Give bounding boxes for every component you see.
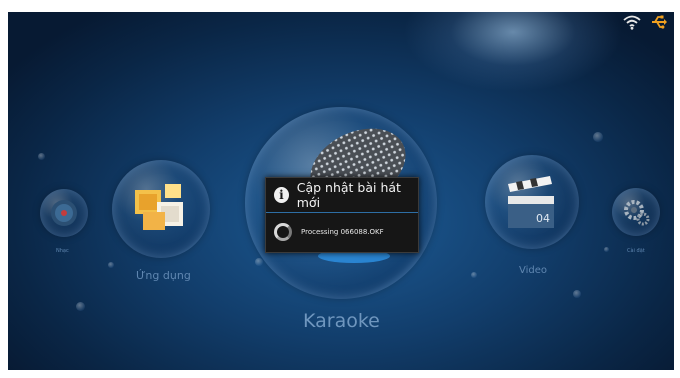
menu-label-video: Video: [519, 265, 548, 276]
info-icon: i: [274, 187, 289, 203]
decor-bubble: [604, 247, 609, 252]
gear-icon: [624, 200, 650, 226]
menu-label-settings: Cài đặt: [627, 248, 645, 254]
usb-icon: [652, 15, 667, 29]
menu-label-music: Nhạc: [56, 248, 69, 254]
decor-bubble: [593, 132, 603, 142]
decor-bubble: [255, 258, 263, 266]
dialog-message: Processing 066088.OKF: [301, 228, 384, 236]
dialog-body: Processing 066088.OKF: [266, 213, 418, 251]
decor-bubble: [76, 302, 85, 311]
svg-text:04: 04: [536, 212, 550, 225]
clapperboard-icon: 04: [508, 176, 554, 228]
status-bar: [622, 12, 668, 32]
progress-spinner-icon: [274, 223, 292, 241]
home-screen: Nhạc Ứng dụng Karaoke 04 Video Cài đặt i…: [8, 12, 674, 370]
dialog-header: i Cập nhật bài hát mới: [266, 178, 418, 213]
decor-bubble: [38, 153, 45, 160]
decor-bubble: [108, 262, 114, 268]
decor-bubble: [573, 290, 581, 298]
update-songs-dialog: i Cập nhật bài hát mới Processing 066088…: [265, 177, 419, 253]
decor-bubble: [471, 272, 477, 278]
music-disc-icon: [51, 200, 77, 226]
menu-label-apps: Ứng dụng: [136, 269, 191, 282]
menu-label-karaoke: Karaoke: [303, 310, 380, 332]
wifi-icon: [623, 15, 641, 30]
light-glare: [403, 12, 623, 92]
apps-box-icon: [135, 184, 183, 230]
dialog-title: Cập nhật bài hát mới: [296, 180, 401, 210]
